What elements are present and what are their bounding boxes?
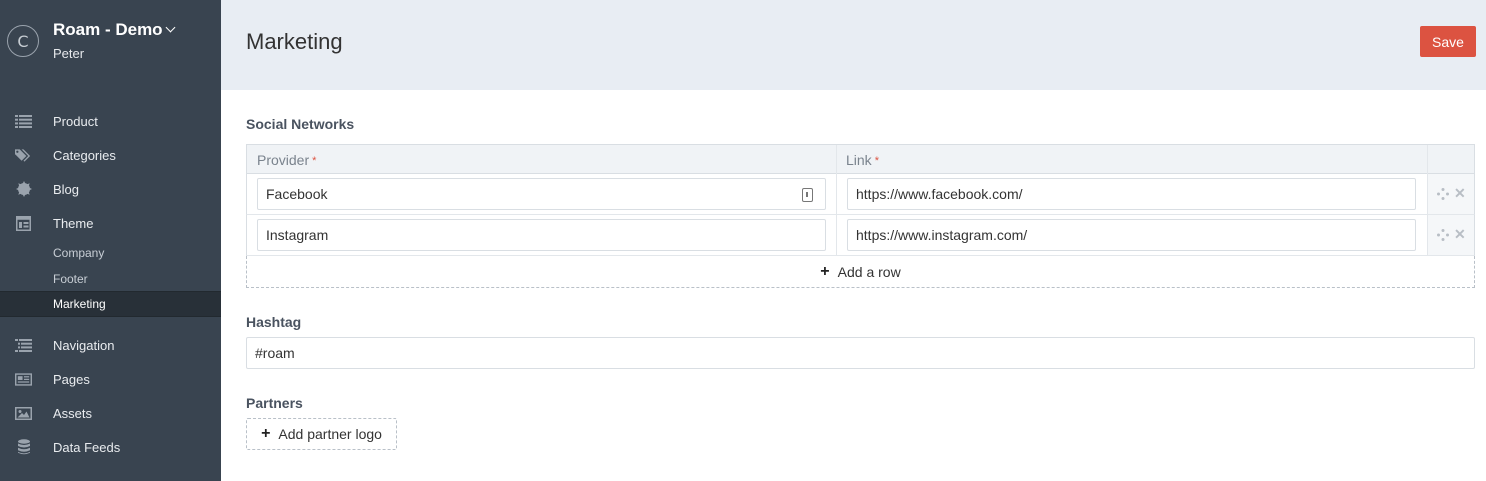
sidebar-subitem-footer[interactable]: Footer: [0, 266, 221, 292]
provider-select[interactable]: Facebook: [257, 178, 826, 210]
sidebar-subitem-label: Footer: [53, 272, 88, 286]
brand-title[interactable]: Roam - Demo: [53, 20, 176, 40]
sidebar-item-categories[interactable]: Categories: [0, 138, 221, 172]
column-header-label: Link: [846, 152, 872, 168]
column-divider: [836, 145, 837, 174]
database-icon: [15, 439, 32, 455]
contact-card-icon[interactable]: [802, 188, 813, 202]
plus-icon: +: [820, 262, 830, 280]
page-title: Marketing: [246, 29, 343, 54]
plus-icon: +: [261, 425, 271, 442]
badge-icon: [15, 181, 32, 197]
required-mark: *: [874, 155, 879, 167]
social-networks-label: Social Networks: [246, 116, 355, 132]
sidebar-subitem-label: Company: [53, 246, 105, 260]
sidebar-subitem-company[interactable]: Company: [0, 240, 221, 266]
sidebar-item-assets[interactable]: Assets: [0, 396, 221, 430]
provider-select[interactable]: Instagram: [257, 219, 826, 251]
column-divider: [836, 215, 837, 255]
link-input[interactable]: https://www.facebook.com/: [847, 178, 1416, 210]
sidebar-item-label: Blog: [53, 181, 80, 197]
sidebar-item-product[interactable]: Product: [0, 104, 221, 138]
list-icon: [15, 114, 32, 129]
sidebar-item-label: Product: [53, 113, 98, 129]
sidebar-item-label: Data Feeds: [53, 439, 121, 455]
drag-handle-icon[interactable]: [1437, 188, 1449, 200]
add-partner-logo-button[interactable]: + Add partner logo: [246, 418, 397, 450]
sidebar-item-label: Categories: [53, 147, 116, 163]
sidebar: C Roam - Demo Peter Product Categories B…: [0, 0, 221, 481]
provider-value: Facebook: [266, 186, 328, 202]
hashtag-label: Hashtag: [246, 314, 302, 330]
sidebar-subitem-marketing[interactable]: Marketing: [0, 291, 221, 317]
page-header: Marketing Save: [221, 0, 1486, 90]
sidebar-item-label: Assets: [53, 405, 93, 421]
add-row-button[interactable]: + Add a row: [246, 256, 1475, 288]
required-mark: *: [312, 155, 317, 167]
link-input[interactable]: https://www.instagram.com/: [847, 219, 1416, 251]
row-tools: ✕: [1427, 174, 1474, 214]
delete-row-icon[interactable]: ✕: [1454, 186, 1466, 200]
sidebar-item-label: Navigation: [53, 337, 115, 353]
delete-row-icon[interactable]: ✕: [1454, 227, 1466, 241]
sidebar-item-data-feeds[interactable]: Data Feeds: [0, 430, 221, 464]
sidebar-item-label: Pages: [53, 371, 90, 387]
table-header: Provider * Link *: [246, 144, 1475, 174]
column-divider: [1427, 145, 1428, 174]
save-button[interactable]: Save: [1420, 26, 1476, 57]
table-row: Instagram https://www.instagram.com/ ✕: [246, 215, 1475, 256]
sidebar-item-navigation[interactable]: Navigation: [0, 328, 221, 362]
chevron-down-icon: [165, 22, 176, 33]
column-header-label: Provider: [257, 152, 310, 168]
brand[interactable]: C Roam - Demo Peter: [0, 0, 221, 80]
table-row: Facebook https://www.facebook.com/ ✕: [246, 174, 1475, 215]
hashtag-input[interactable]: #roam: [246, 337, 1475, 369]
brand-user: Peter: [53, 46, 85, 61]
add-row-label: Add a row: [837, 263, 901, 280]
image-icon: [15, 406, 32, 421]
sidebar-subitem-label: Marketing: [53, 297, 106, 311]
indented-list-icon: [15, 338, 32, 353]
sidebar-item-blog[interactable]: Blog: [0, 172, 221, 206]
brand-logo-icon: C: [7, 25, 39, 57]
column-header-link: Link *: [846, 152, 879, 168]
provider-value: Instagram: [266, 227, 329, 243]
add-partner-logo-label: Add partner logo: [278, 426, 382, 442]
column-header-provider: Provider *: [257, 152, 316, 168]
sidebar-item-pages[interactable]: Pages: [0, 362, 221, 396]
layout-icon: [15, 215, 32, 231]
sidebar-item-theme[interactable]: Theme: [0, 206, 221, 240]
sidebar-item-label: Theme: [53, 215, 94, 231]
partners-label: Partners: [246, 395, 303, 411]
row-tools: ✕: [1427, 215, 1474, 255]
brand-title-text: Roam - Demo: [53, 20, 163, 39]
drag-handle-icon[interactable]: [1437, 229, 1449, 241]
newspaper-icon: [15, 372, 32, 387]
tags-icon: [15, 148, 32, 163]
column-divider: [836, 174, 837, 214]
